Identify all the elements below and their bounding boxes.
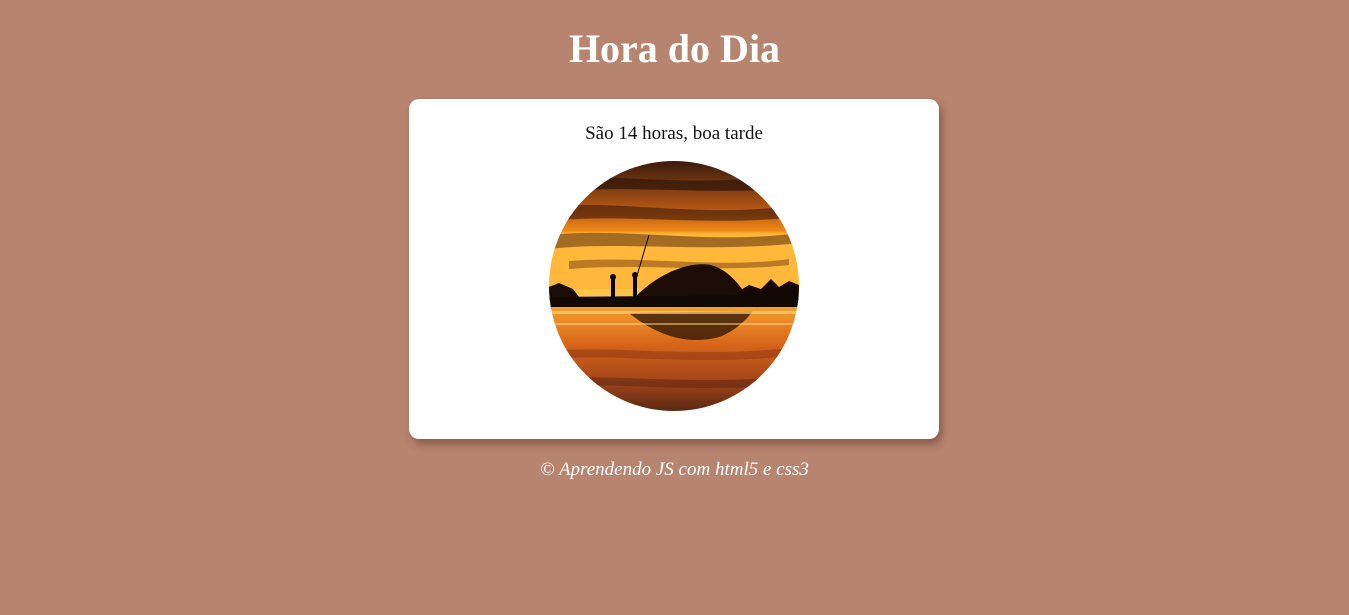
sunset-photo bbox=[549, 161, 799, 411]
time-card: São 14 horas, boa tarde bbox=[409, 99, 939, 439]
page-title: Hora do Dia bbox=[568, 26, 781, 71]
page-header: Hora do Dia bbox=[0, 0, 1349, 73]
page-footer: © Aprendendo JS com html5 e css3 bbox=[540, 459, 809, 480]
time-message: São 14 horas, boa tarde bbox=[585, 123, 763, 144]
sunset-beach-photo-icon bbox=[549, 161, 799, 411]
